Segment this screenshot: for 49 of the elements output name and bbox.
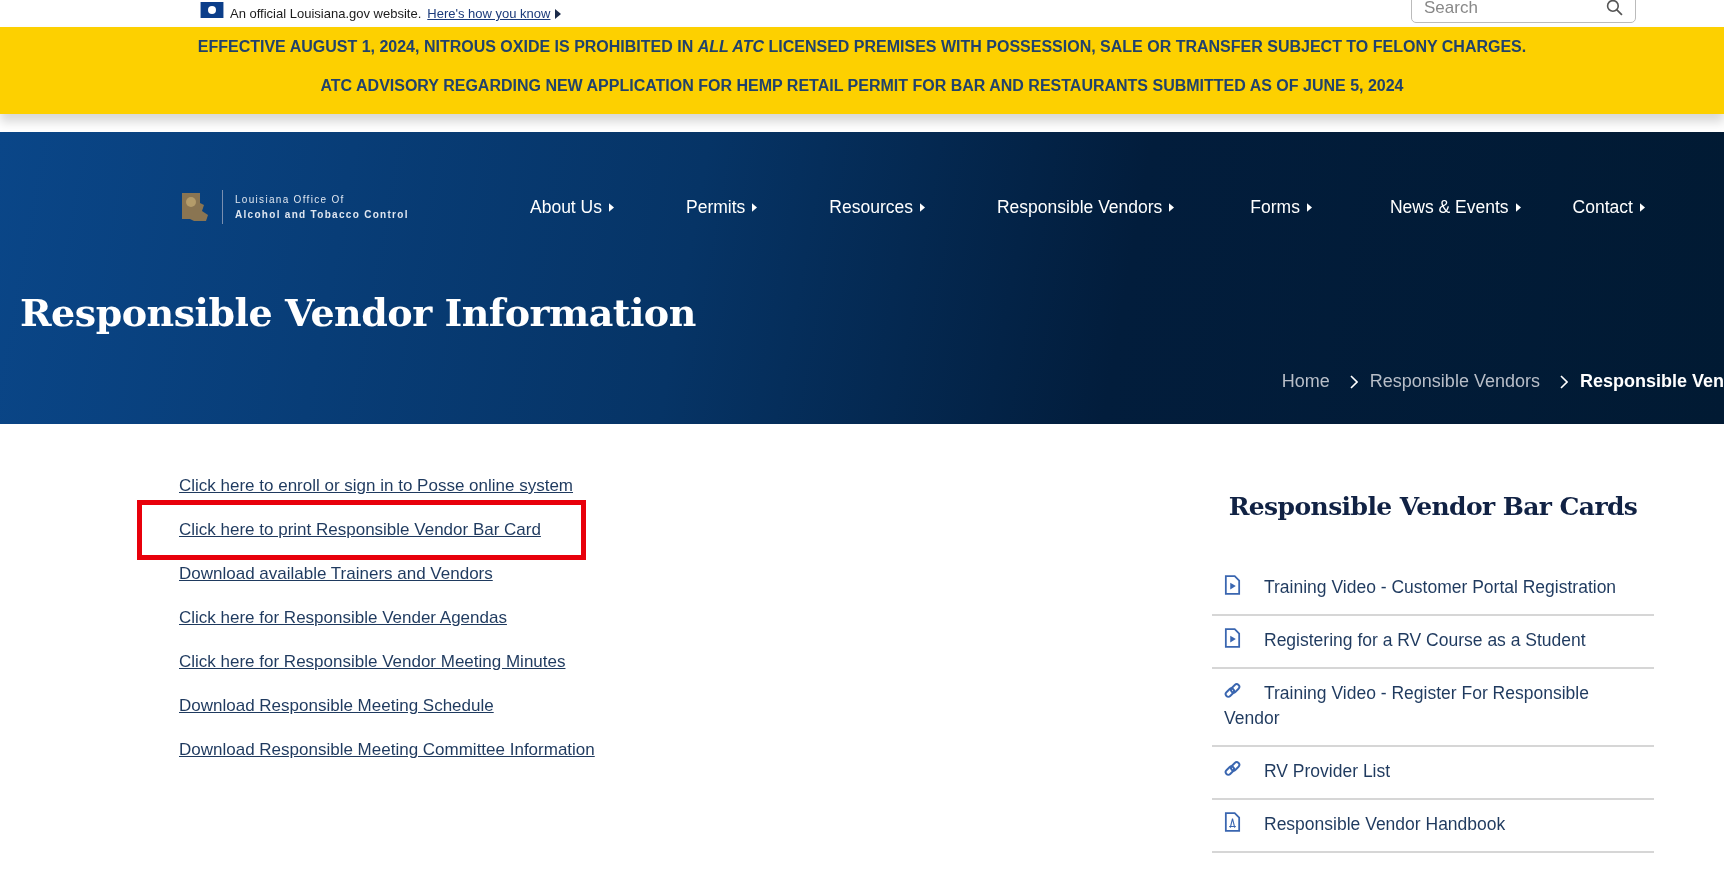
- breadcrumb-link[interactable]: Responsible Vendors: [1369, 371, 1540, 392]
- nav-link[interactable]: Contact: [1572, 196, 1645, 218]
- video-file-icon: [1224, 575, 1241, 595]
- alert-text: EFFECTIVE AUGUST 1, 2024, NITROUS OXIDE IS PROHIBITED IN ALL ATC LICENSED PREMISES WITH POSSESSION, SALE OR TRANSFER SUBJECT TO FELONY CHARGES.: [196, 37, 1528, 56]
- nav-link[interactable]: Forms: [1250, 196, 1312, 218]
- search-input[interactable]: Search: [1424, 0, 1606, 18]
- sidebar-link[interactable]: Registering for a RV Course as a Student: [1224, 628, 1642, 653]
- breadcrumb-link[interactable]: Home: [1281, 371, 1330, 392]
- chevron-icon: [1559, 374, 1568, 389]
- logo-text: Alcohol and Tobacco Control: [235, 209, 409, 220]
- link-icon: [1224, 681, 1241, 701]
- caret-icon: [555, 8, 562, 19]
- content-link[interactable]: Click here for Responsible Vender Agendas: [179, 608, 507, 628]
- caret-icon: [1306, 202, 1312, 212]
- search-icon: [1606, 0, 1623, 16]
- caret-icon: [919, 202, 925, 212]
- pdf-file-icon: [1224, 812, 1241, 832]
- breadcrumb-link[interactable]: Responsible Ven: [1579, 371, 1724, 392]
- nav-link[interactable]: Responsible Vendors: [996, 196, 1175, 218]
- sidebar-link[interactable]: Training Video - Customer Portal Registration: [1224, 575, 1642, 600]
- content-link[interactable]: Download Responsible Meeting Schedule: [179, 696, 494, 716]
- page-title: Responsible Vendor Information: [20, 290, 697, 335]
- state-seal-icon: [180, 190, 210, 224]
- content-link[interactable]: Click here to print Responsible Vendor Bar Card: [137, 500, 586, 560]
- nav-link[interactable]: News & Events: [1389, 196, 1521, 218]
- logo-text: Louisiana Office Of: [235, 194, 346, 205]
- caret-icon: [1515, 202, 1521, 212]
- content-link[interactable]: Click here to enroll or sign in to Posse online system: [179, 476, 573, 496]
- official-site-text: An official Louisiana.gov website.: [230, 6, 422, 21]
- sidebar-heading: Responsible Vendor Bar Cards: [1227, 492, 1639, 521]
- content-link[interactable]: Download Responsible Meeting Committee Information: [179, 740, 595, 760]
- chevron-icon: [1349, 374, 1358, 389]
- sidebar-link[interactable]: Responsible Vendor Handbook: [1224, 812, 1642, 837]
- nav-link[interactable]: About Us: [530, 196, 614, 218]
- caret-icon: [1169, 202, 1175, 212]
- link-icon: [1224, 759, 1241, 779]
- video-file-icon: [1224, 628, 1241, 648]
- nav-link[interactable]: Resources: [829, 196, 925, 218]
- caret-icon: [1639, 202, 1645, 212]
- alert-text: ATC ADVISORY REGARDING NEW APPLICATION FOR HEMP RETAIL PERMIT FOR BAR AND RESTAURANTS SUBMITTED AS OF JUNE 5, 2024: [319, 77, 1405, 96]
- how-you-know-link[interactable]: Here's how you know: [427, 6, 562, 21]
- search-field[interactable]: Search: [1411, 0, 1636, 23]
- sidebar-link[interactable]: Training Video - Register For Responsible Vendor: [1224, 681, 1642, 731]
- caret-icon: [752, 202, 758, 212]
- sidebar-link[interactable]: RV Provider List: [1224, 759, 1642, 784]
- nav-link[interactable]: Permits: [686, 196, 758, 218]
- caret-icon: [609, 202, 614, 212]
- content-link[interactable]: Click here for Responsible Vendor Meeting Minutes: [179, 652, 566, 672]
- content-link[interactable]: Download available Trainers and Vendors: [179, 564, 493, 584]
